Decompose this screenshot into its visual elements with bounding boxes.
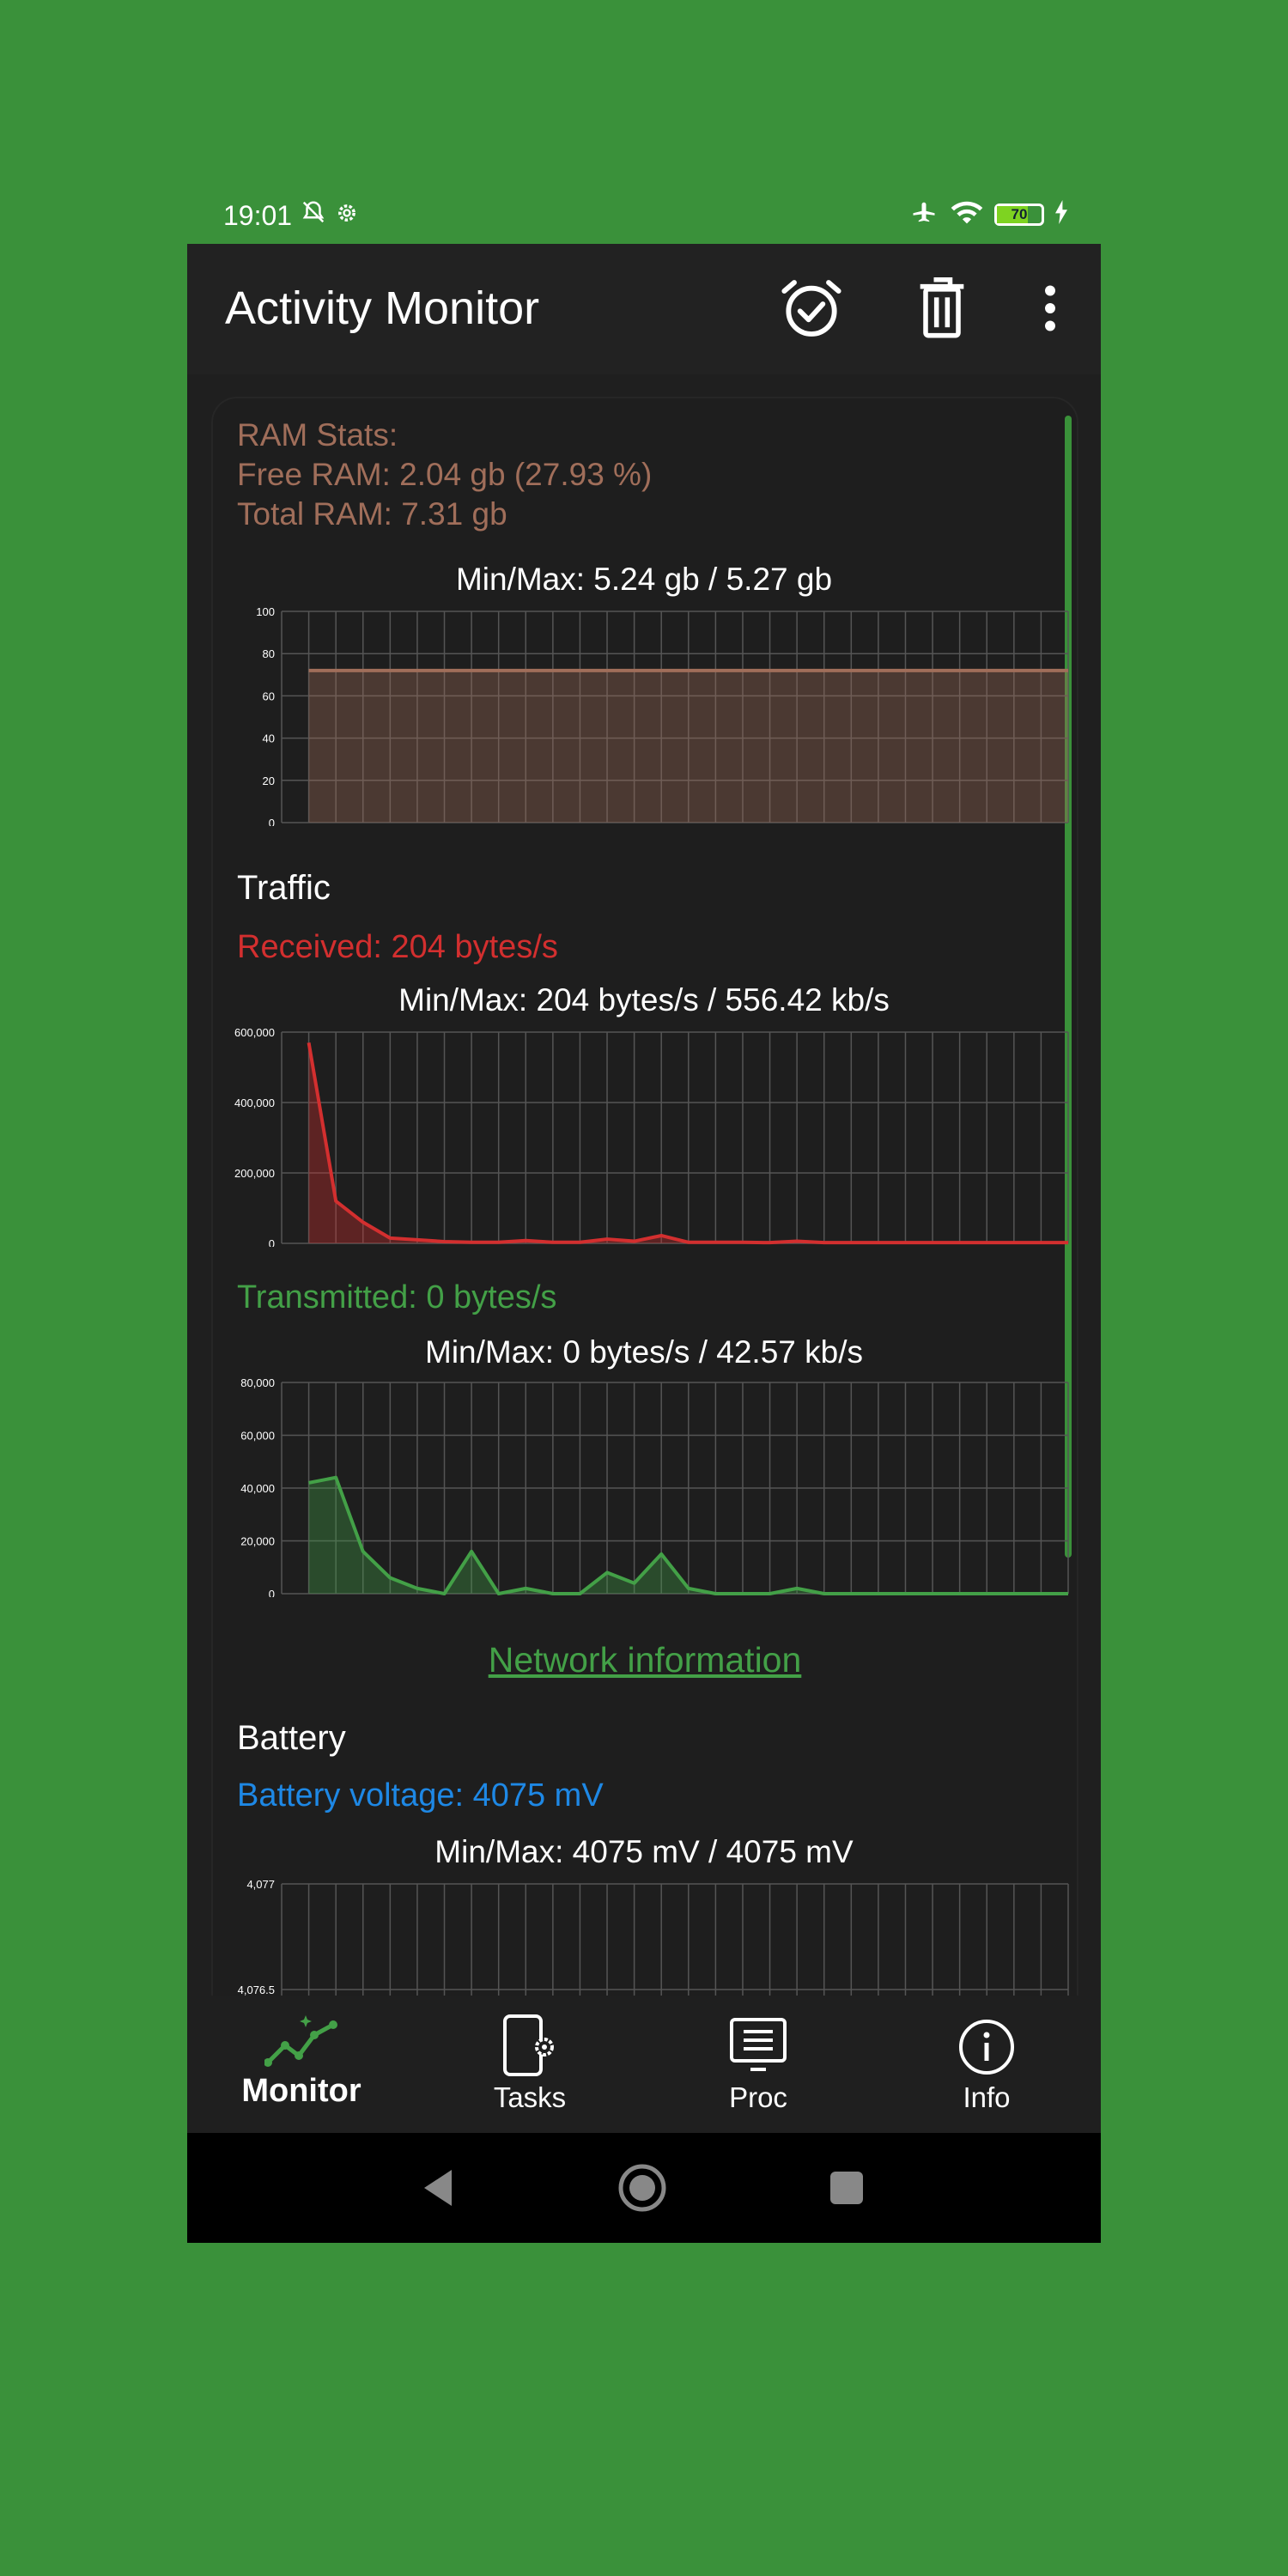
- bell-off-icon: [301, 199, 326, 232]
- y-tick-label: 600,000: [234, 1026, 275, 1039]
- charging-icon: [1054, 200, 1068, 229]
- monitor-card[interactable]: RAM Stats: Free RAM: 2.04 gb (27.93 %) T…: [213, 398, 1077, 2030]
- y-tick-label: 20: [263, 775, 275, 787]
- chart-line-icon: [264, 2015, 337, 2067]
- battery-voltage: Battery voltage: 4075 mV: [237, 1777, 604, 1814]
- ram-free: Free RAM: 2.04 gb (27.93 %): [237, 457, 653, 492]
- nav-tasks[interactable]: Tasks: [416, 2013, 644, 2133]
- home-circle-icon: [618, 2164, 666, 2212]
- more-vert-icon: [1045, 285, 1055, 331]
- gear-icon: [335, 200, 359, 232]
- airplane-icon: [908, 199, 939, 230]
- bottom-navigation: Monitor Tasks Proc Info: [187, 1996, 1101, 2133]
- received-minmax: Min/Max: 204 bytes/s / 556.42 kb/s: [398, 982, 890, 1018]
- y-tick-label: 4,077: [246, 1878, 275, 1891]
- y-tick-label: 100: [256, 605, 275, 618]
- trash-icon: [920, 276, 964, 338]
- home-button[interactable]: [617, 2162, 668, 2214]
- y-tick-label: 4,076.5: [238, 1984, 275, 1996]
- y-tick-label: 200,000: [234, 1167, 275, 1180]
- nav-label: Tasks: [493, 2081, 567, 2113]
- page-title: Activity Monitor: [225, 283, 540, 334]
- alarm-check-button[interactable]: [773, 270, 850, 347]
- delete-button[interactable]: [903, 270, 981, 347]
- y-tick-label: 20,000: [240, 1535, 275, 1548]
- nav-monitor[interactable]: Monitor: [187, 2013, 416, 2133]
- y-tick-label: 80,000: [240, 1376, 275, 1389]
- nav-label: Info: [963, 2081, 1011, 2113]
- nav-info[interactable]: Info: [872, 2013, 1101, 2133]
- more-options-button[interactable]: [1012, 270, 1089, 347]
- y-tick-label: 80: [263, 647, 275, 660]
- phone-settings-icon: [503, 2014, 554, 2076]
- y-tick-label: 40: [263, 732, 275, 745]
- series-area: [308, 670, 1069, 823]
- ram-chart: 100 80 60 40 20 0: [256, 605, 1069, 826]
- clock: 19:01: [223, 199, 293, 231]
- recents-square-icon: [830, 2172, 863, 2204]
- ram-minmax: Min/Max: 5.24 gb / 5.27 gb: [455, 562, 833, 597]
- alarm-check-icon: [781, 280, 841, 337]
- back-triangle-icon: [424, 2170, 452, 2206]
- y-tick-label: 0: [269, 817, 275, 826]
- y-tick-label: 40,000: [240, 1482, 275, 1495]
- battery-minmax: Min/Max: 4075 mV / 4075 mV: [434, 1834, 854, 1869]
- transmitted-chart: 80,000 60,000 40,000 20,000 0: [240, 1376, 1069, 1597]
- received-label: Received: 204 bytes/s: [237, 929, 558, 965]
- app-bar: Activity Monitor: [187, 244, 1101, 374]
- status-bar: 19:01 70: [187, 184, 1101, 244]
- nav-label: Proc: [729, 2081, 787, 2113]
- system-navigation-bar: [187, 2133, 1101, 2243]
- nav-proc[interactable]: Proc: [644, 2013, 872, 2133]
- phone-screen: 19:01 70 Activity Monitor RAM Stats: Fre…: [187, 184, 1101, 2243]
- back-button[interactable]: [412, 2162, 464, 2214]
- y-tick-label: 0: [269, 1237, 275, 1247]
- traffic-title: Traffic: [237, 869, 331, 907]
- battery-icon: 70: [994, 204, 1044, 226]
- received-chart: 600,000 400,000 200,000 0: [234, 1026, 1069, 1247]
- ram-stats-title: RAM Stats:: [237, 417, 398, 453]
- network-information-link[interactable]: Network information: [489, 1640, 802, 1680]
- y-tick-label: 0: [269, 1588, 275, 1597]
- recents-button[interactable]: [821, 2162, 872, 2214]
- transmitted-minmax: Min/Max: 0 bytes/s / 42.57 kb/s: [425, 1334, 863, 1370]
- y-tick-label: 400,000: [234, 1097, 275, 1109]
- y-tick-label: 60,000: [240, 1430, 275, 1443]
- info-icon: [959, 2020, 1014, 2075]
- list-monitor-icon: [730, 2018, 787, 2071]
- battery-title: Battery: [237, 1719, 346, 1757]
- wifi-icon: [950, 199, 984, 230]
- ram-total: Total RAM: 7.31 gb: [237, 496, 507, 532]
- y-tick-label: 60: [263, 690, 275, 702]
- transmitted-label: Transmitted: 0 bytes/s: [237, 1279, 557, 1315]
- nav-label: Monitor: [241, 2073, 361, 2109]
